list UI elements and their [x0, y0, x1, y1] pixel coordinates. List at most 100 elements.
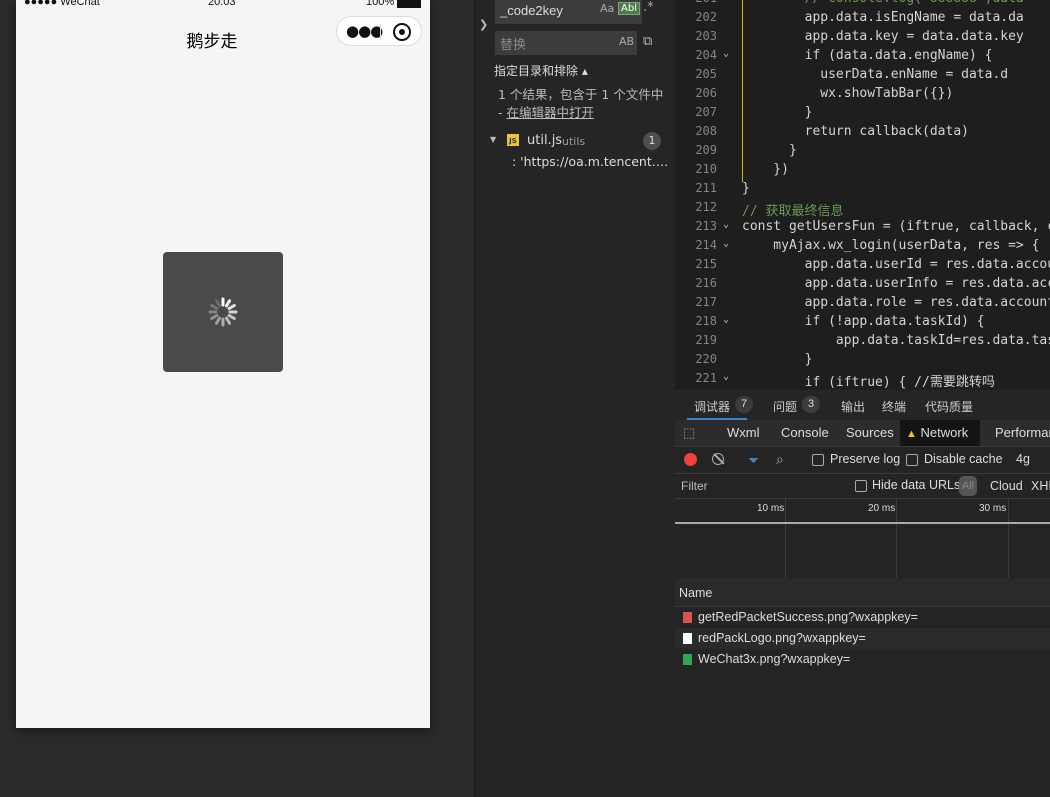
loading-toast — [163, 252, 283, 372]
line-number: 203 — [695, 29, 717, 43]
capsule-button[interactable]: ●●● — [336, 16, 422, 46]
code-line[interactable]: 215 app.data.userId = res.data.accou — [675, 257, 1050, 276]
line-number: 201 — [675, 0, 717, 5]
filter-input[interactable]: Filter — [681, 479, 708, 493]
code-line[interactable]: 202 app.data.isEngName = data.da — [675, 10, 1050, 29]
hide-data-urls-checkbox[interactable] — [855, 480, 867, 492]
name-column-header[interactable]: Name — [675, 578, 1050, 607]
code-line[interactable]: 201 // console.log('888888',data — [675, 0, 1050, 10]
replace-input[interactable]: 替换 — [495, 31, 637, 55]
target-dot — [399, 29, 405, 35]
filter-xhr-button[interactable]: XHI — [1031, 479, 1050, 493]
tab-debugger[interactable]: 调试器 — [694, 398, 730, 415]
tab-console[interactable]: Console — [775, 420, 835, 446]
status-time: 20:03 — [208, 0, 236, 8]
code-line[interactable]: 211} — [675, 181, 1050, 200]
js-file-icon: JS — [507, 134, 519, 146]
code-line[interactable]: 212 // 获取最终信息 — [675, 200, 1050, 219]
code-line[interactable]: 208 return callback(data) — [675, 124, 1050, 143]
code-line[interactable]: 205 userData.enName = data.d — [675, 67, 1050, 86]
timeline-label: 10 ms — [757, 503, 785, 514]
hide-data-urls-label: Hide data URLs — [872, 478, 961, 492]
fold-chevron-icon[interactable]: ⌄ — [723, 238, 729, 249]
line-number: 202 — [695, 10, 717, 24]
tab-code-quality[interactable]: 代码质量 — [925, 398, 973, 415]
code-text: // console.log('888888',data — [742, 0, 1024, 6]
code-text: if (data.data.engName) { — [742, 48, 993, 63]
code-line[interactable]: 220 } — [675, 352, 1050, 371]
line-number: 221 — [695, 371, 717, 385]
code-line[interactable]: 218 ⌄ if (!app.data.taskId) { — [675, 314, 1050, 333]
tab-network[interactable]: ▲ Network — [900, 420, 981, 446]
disable-cache-checkbox[interactable] — [906, 454, 918, 466]
line-number: 209 — [695, 143, 717, 157]
include-exclude-toggle[interactable]: 指定目录和排除 ▴ — [494, 62, 588, 79]
filter-icon[interactable]: ⏷ — [748, 452, 759, 469]
code-text: wx.showTabBar({}) — [742, 86, 954, 101]
tab-wxml[interactable]: Wxml — [721, 420, 766, 446]
code-line[interactable]: 219 app.data.taskId=res.data.tas — [675, 333, 1050, 352]
fold-chevron-icon[interactable]: ⌄ — [723, 371, 729, 382]
tab-sources[interactable]: Sources — [840, 420, 900, 446]
code-line[interactable]: 216 app.data.userInfo = res.data.acc — [675, 276, 1050, 295]
request-row[interactable]: getRedPacketSuccess.png?wxappkey= — [675, 607, 1050, 628]
preserve-case-toggle[interactable]: AB — [619, 35, 634, 48]
line-number: 208 — [695, 124, 717, 138]
tab-performance[interactable]: Performan — [989, 420, 1050, 446]
code-line[interactable]: 209 } — [675, 143, 1050, 162]
match-case-toggle[interactable]: Aa — [600, 2, 614, 15]
chevron-down-icon[interactable]: ❯ — [479, 18, 488, 31]
more-dots-icon[interactable]: ●●● — [346, 22, 383, 40]
code-line[interactable]: 213 ⌄ const getUsersFun = (iftrue, callbac… — [675, 219, 1050, 238]
code-line[interactable]: 221 ⌄ if (iftrue) { //需要跳转吗 — [675, 371, 1050, 390]
record-icon[interactable] — [684, 453, 697, 466]
code-text: } — [742, 143, 797, 158]
fold-chevron-icon[interactable]: ⌄ — [723, 219, 729, 230]
warning-icon: ▲ — [906, 428, 917, 440]
line-number: 220 — [695, 352, 717, 366]
replace-all-icon[interactable]: ⧉ — [643, 34, 652, 49]
code-text: app.data.userInfo = res.data.acc — [742, 276, 1050, 291]
fold-chevron-icon[interactable]: ⌄ — [723, 48, 729, 59]
open-in-editor-link[interactable]: 在编辑器中打开 — [506, 105, 594, 120]
throttle-select[interactable]: 4g — [1016, 452, 1030, 466]
code-text: app.data.role = res.data.account — [742, 295, 1050, 310]
code-line[interactable]: 206 wx.showTabBar({}) — [675, 86, 1050, 105]
code-line[interactable]: 203 app.data.key = data.data.key — [675, 29, 1050, 48]
preserve-log-label: Preserve log — [830, 452, 901, 466]
timeline-gridline — [1008, 498, 1009, 578]
request-name: WeChat3x.png?wxappkey= — [698, 652, 851, 666]
tab-network-label: Network — [920, 425, 969, 440]
tab-issues[interactable]: 问题 — [773, 398, 797, 415]
code-text: if (iftrue) { //需要跳转吗 — [742, 375, 995, 390]
search-icon[interactable]: ⌕ — [776, 451, 784, 468]
request-row[interactable]: WeChat3x.png?wxappkey= — [675, 649, 1050, 670]
devtools-top-tabs: 调试器 7 问题 3 输出 终端 代码质量 — [675, 390, 1050, 421]
filter-cloud-button[interactable]: Cloud — [990, 479, 1023, 493]
line-number: 211 — [695, 181, 717, 195]
caret-down-icon[interactable]: ▼ — [490, 135, 496, 144]
battery-label: 100% — [366, 0, 395, 8]
code-line[interactable]: 207 } — [675, 105, 1050, 124]
inspect-element-icon[interactable]: ⬚ — [683, 425, 695, 441]
whole-word-toggle[interactable]: Abl — [618, 2, 640, 15]
tab-output[interactable]: 输出 — [841, 398, 865, 415]
code-editor[interactable]: 201 // console.log('888888',data202 app.… — [675, 0, 1050, 390]
target-circle-icon[interactable] — [393, 23, 411, 41]
result-file-row[interactable]: ▼ JS util.js utils 1 — [475, 130, 676, 152]
code-line[interactable]: 204 ⌄ if (data.data.engName) { — [675, 48, 1050, 67]
tab-terminal[interactable]: 终端 — [882, 398, 906, 415]
regex-toggle[interactable]: .* — [643, 0, 654, 15]
request-row[interactable]: redPackLogo.png?wxappkey= — [675, 628, 1050, 649]
match-line[interactable]: : 'https://oa.m.tencent.com/... — [512, 154, 672, 169]
code-text: return callback(data) — [742, 124, 969, 139]
fold-chevron-icon[interactable]: ⌄ — [723, 314, 729, 325]
line-number: 219 — [695, 333, 717, 347]
code-line[interactable]: 214 ⌄ myAjax.wx_login(userData, res => { — [675, 238, 1050, 257]
devtools-panel: 调试器 7 问题 3 输出 终端 代码质量 ⬚ Wxml Console Sou… — [675, 390, 1050, 797]
code-line[interactable]: 217 app.data.role = res.data.account — [675, 295, 1050, 314]
clear-icon[interactable] — [712, 453, 724, 465]
code-line[interactable]: 210 }) — [675, 162, 1050, 181]
preserve-log-checkbox[interactable] — [812, 454, 824, 466]
filter-all-button[interactable]: All — [959, 476, 977, 496]
